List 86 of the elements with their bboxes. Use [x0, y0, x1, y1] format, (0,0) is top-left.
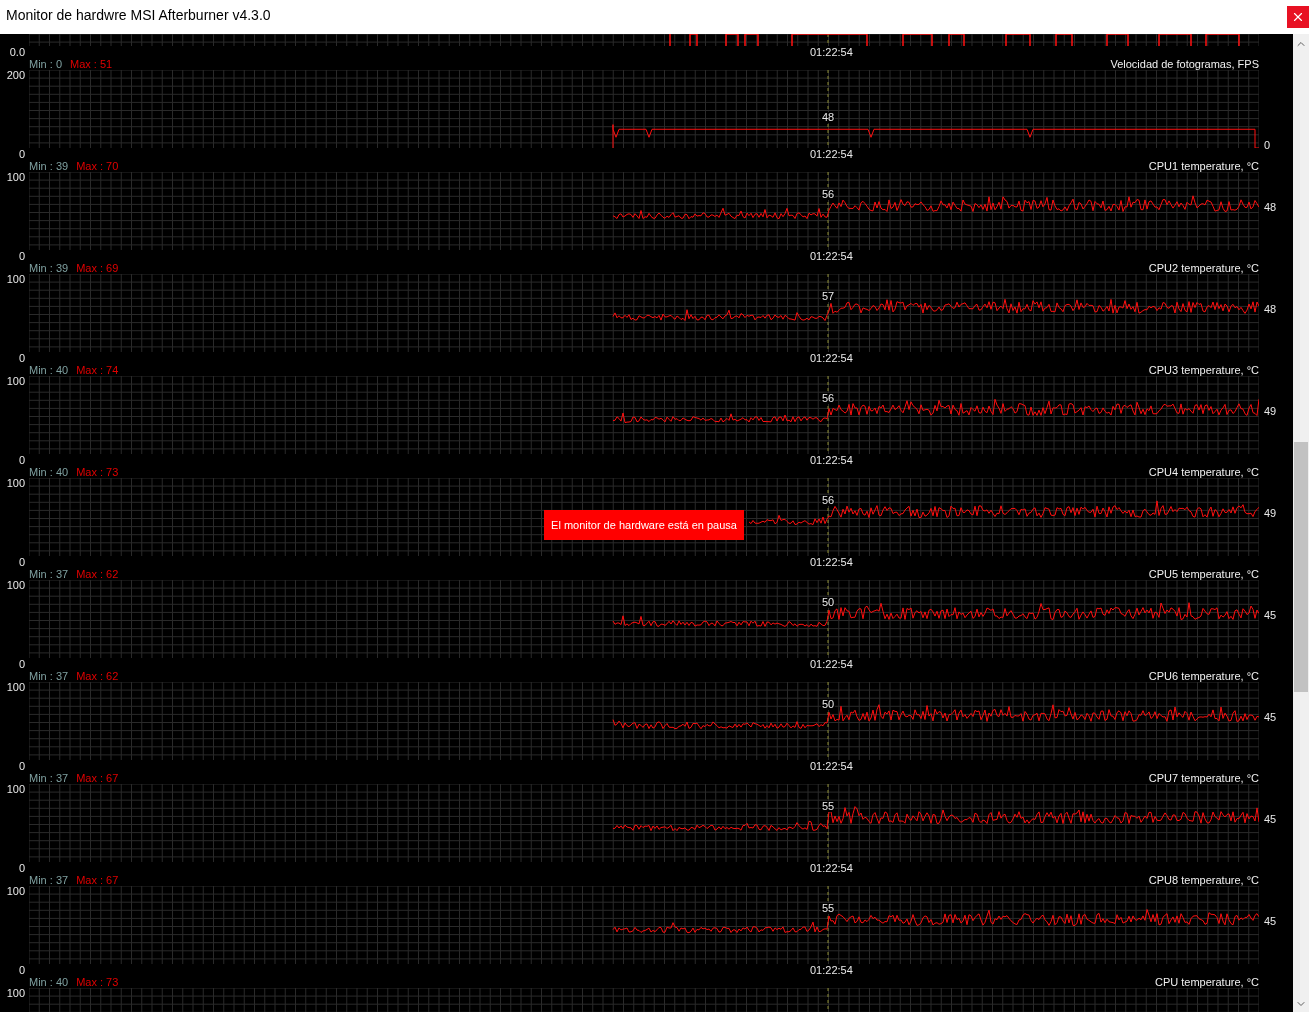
min-label: Min : 37: [29, 670, 69, 682]
min-label: Min : 37: [29, 772, 69, 784]
time-label: 01:22:54: [810, 148, 853, 160]
graph-title: CPU4 temperature, °C: [1148, 466, 1259, 478]
last-value: 45: [1264, 813, 1277, 825]
axis-label: 0: [17, 556, 25, 568]
min-label: Min : 0: [29, 58, 62, 70]
time-label: 01:22:54: [810, 454, 853, 466]
max-label: Max : 70: [76, 160, 119, 172]
time-label: 01:22:54: [810, 46, 853, 58]
cursor-line: [827, 988, 829, 1012]
axis-label: 0: [17, 862, 25, 874]
axis-label: 200: [6, 70, 25, 81]
scrollbar-thumb[interactable]: [1294, 442, 1308, 692]
min-label: Min : 39: [29, 160, 69, 172]
cursor-value: 56: [820, 392, 836, 404]
last-value: 48: [1264, 303, 1277, 315]
graph-title: CPU1 temperature, °C: [1148, 160, 1259, 172]
axis-label: 100: [6, 172, 25, 183]
time-label: 01:22:54: [810, 250, 853, 262]
max-label: Max : 67: [76, 772, 119, 784]
axis-label: 0: [17, 760, 25, 772]
scrollbar[interactable]: [1293, 34, 1309, 1012]
axis-label: 100: [6, 580, 25, 591]
cursor-value: 48: [820, 112, 836, 124]
graph-title: CPU5 temperature, °C: [1148, 568, 1259, 580]
axis-label: 0: [17, 250, 25, 262]
axis-label: 0: [17, 658, 25, 670]
min-label: Min : 40: [29, 976, 69, 988]
close-icon: [1291, 10, 1305, 24]
close-button[interactable]: [1287, 6, 1309, 28]
graph-title: CPU temperature, °C: [1154, 976, 1259, 988]
time-label: 01:22:54: [810, 862, 853, 874]
cursor-value: 55: [820, 902, 836, 914]
pause-notice: El monitor de hardware está en pausa: [544, 510, 744, 540]
axis-label: 0: [17, 148, 25, 160]
window-title: Monitor de hardwre MSI Afterburner v4.3.0: [6, 8, 271, 22]
axis-label: 0: [17, 964, 25, 976]
axis-label: 100: [6, 376, 25, 387]
axis-label: 100: [6, 784, 25, 795]
min-label: Min : 40: [29, 466, 69, 478]
last-value: 48: [1264, 201, 1277, 213]
max-label: Max : 62: [76, 568, 119, 580]
axis-label: 100: [6, 886, 25, 897]
cursor-line: [827, 34, 829, 46]
last-value: 49: [1264, 507, 1277, 519]
axis-label: 100: [6, 682, 25, 693]
max-label: Max : 62: [76, 670, 119, 682]
cursor-value: 50: [820, 596, 836, 608]
min-label: Min : 37: [29, 874, 69, 886]
cursor-value: 56: [820, 188, 836, 200]
graph-title: CPU6 temperature, °C: [1148, 670, 1259, 682]
axis-label: 100: [6, 274, 25, 285]
max-label: Max : 73: [76, 466, 119, 478]
max-label: Max : 67: [76, 874, 119, 886]
time-label: 01:22:54: [810, 352, 853, 364]
cursor-value: 57: [820, 290, 836, 302]
max-label: Max : 74: [76, 364, 119, 376]
time-label: 01:22:54: [810, 556, 853, 568]
last-value: 45: [1264, 915, 1277, 927]
min-label: Min : 39: [29, 262, 69, 274]
last-value: 0: [1264, 140, 1271, 151]
cursor-value: 50: [820, 698, 836, 710]
graph-title: CPU2 temperature, °C: [1148, 262, 1259, 274]
axis-label: 0.0: [8, 46, 25, 58]
cursor-value: 56: [820, 494, 836, 506]
graph-title: Velocidad de fotogramas, FPS: [1110, 58, 1259, 70]
last-value: 45: [1264, 711, 1277, 723]
min-label: Min : 40: [29, 364, 69, 376]
cursor-value: 55: [820, 800, 836, 812]
graph-title: CPU8 temperature, °C: [1148, 874, 1259, 886]
time-label: 01:22:54: [810, 658, 853, 670]
graph-title: CPU7 temperature, °C: [1148, 772, 1259, 784]
axis-label: 0: [17, 352, 25, 364]
time-label: 01:22:54: [810, 760, 853, 772]
max-label: Max : 69: [76, 262, 119, 274]
max-label: Max : 51: [70, 58, 113, 70]
max-label: Max : 73: [76, 976, 119, 988]
last-value: 45: [1264, 609, 1277, 621]
graph-title: CPU3 temperature, °C: [1148, 364, 1259, 376]
time-label: 01:22:54: [810, 964, 853, 976]
axis-label: 100: [6, 988, 25, 999]
min-label: Min : 37: [29, 568, 69, 580]
axis-label: 0: [17, 454, 25, 466]
last-value: 49: [1264, 405, 1277, 417]
axis-label: 100: [6, 478, 25, 489]
